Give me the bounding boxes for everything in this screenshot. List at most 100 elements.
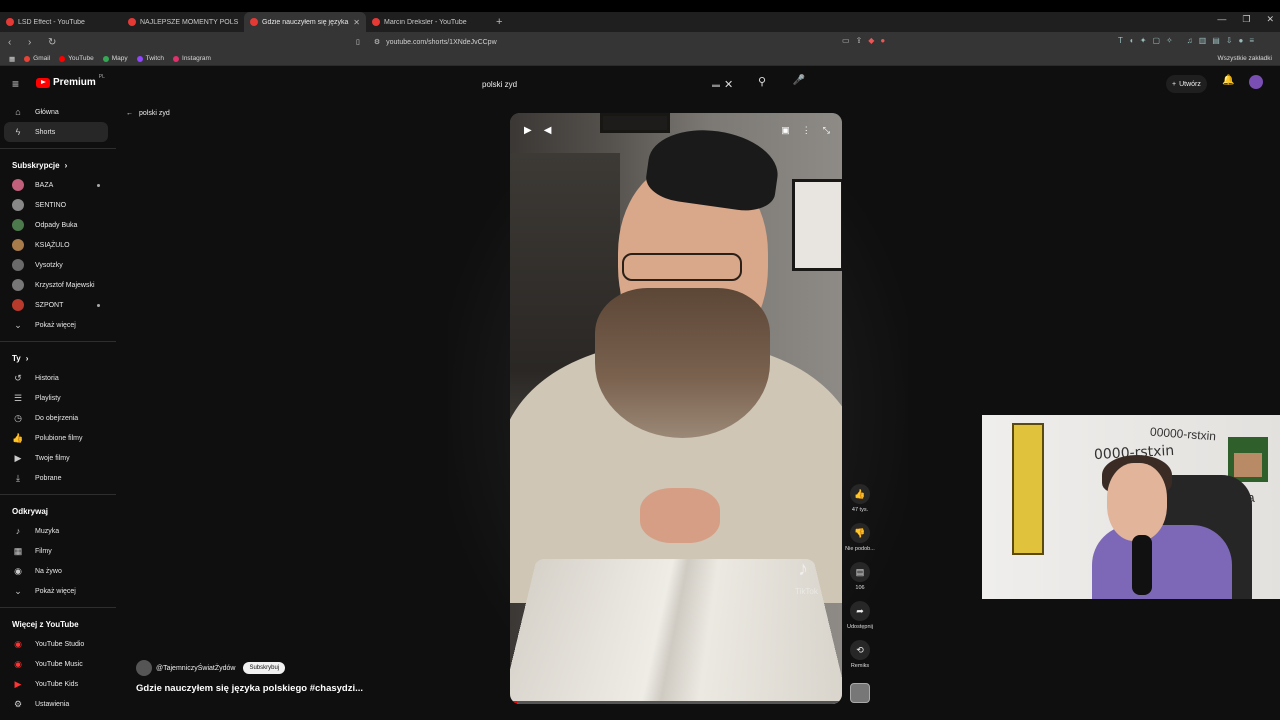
puzzle-icon[interactable]: ✦ xyxy=(1140,36,1147,45)
menu-icon[interactable]: ≡ xyxy=(12,77,19,91)
browser-tab[interactable]: NAJLEPSZE MOMENTY POLSKIEGO xyxy=(122,12,244,32)
like-button[interactable]: 👍 47 tys. xyxy=(840,484,880,523)
sidebar-item-subscription[interactable]: BAZA xyxy=(0,175,116,195)
channel-avatar[interactable] xyxy=(136,660,152,676)
browser-tab[interactable]: LSD Effect - YouTube xyxy=(0,12,122,32)
url-field[interactable]: ▯ ⚙ youtube.com/shorts/1XNdeJvCCpw xyxy=(356,35,910,49)
youtube-logo[interactable]: Premium PL xyxy=(36,74,105,88)
comments-button[interactable]: ▤ 106 xyxy=(840,562,880,601)
history-icon: ↺ xyxy=(14,372,22,383)
bookmark-gmail[interactable]: Gmail xyxy=(24,55,50,62)
extension-icon[interactable]: ● xyxy=(880,36,885,45)
sidebar-item-playlists[interactable]: ☰ Playlisty xyxy=(0,388,116,408)
instagram-icon xyxy=(173,55,180,62)
profile-icon[interactable]: ● xyxy=(1239,36,1244,45)
music-icon[interactable]: ♫ xyxy=(1187,36,1193,45)
sidebar-item-subscription[interactable]: SENTINO xyxy=(0,195,116,215)
forward-icon[interactable]: › xyxy=(28,37,40,48)
you-heading[interactable]: Ty › xyxy=(0,348,116,368)
sidebar-item-your-videos[interactable]: ▶ Twoje filmy xyxy=(0,448,116,468)
sidebar-item-music[interactable]: ♪ Muzyka xyxy=(0,521,116,541)
channel-name[interactable]: @TajemniczyŚwiatŻydów xyxy=(156,665,235,672)
translate-icon[interactable]: T xyxy=(1118,36,1123,45)
cast-icon[interactable]: ▭ xyxy=(842,36,850,45)
menu-icon[interactable]: ≡ xyxy=(1249,36,1254,45)
search-icon[interactable]: ⚲ xyxy=(758,75,766,88)
subscriptions-heading[interactable]: Subskrypcje › xyxy=(0,155,116,175)
back-to-search-button[interactable]: ← polski zyd xyxy=(126,110,170,117)
bookmark-instagram[interactable]: Instagram xyxy=(173,55,211,62)
clear-search-icon[interactable]: ✕ xyxy=(724,78,733,91)
sidebar-item-subscription[interactable]: Odpady Buka xyxy=(0,215,116,235)
close-window-icon[interactable]: ✕ xyxy=(1266,14,1274,25)
downloads-icon[interactable]: ⇩ xyxy=(1226,36,1233,45)
shorts-video-player[interactable]: ▶ ◀ ▣ ⋮ ⤡ ♪ TikTok xyxy=(510,113,842,704)
sidebar-item-shorts[interactable]: ϟ Shorts xyxy=(4,122,108,142)
subscribe-button[interactable]: Subskrybuj xyxy=(243,662,286,674)
site-info-icon[interactable]: ⚙ xyxy=(374,38,380,46)
music-note-icon: ♪ xyxy=(15,526,21,536)
sidebar-item-youtube-studio[interactable]: ◉ YouTube Studio xyxy=(0,634,116,654)
tabs-icon[interactable]: ▤ xyxy=(1212,36,1220,45)
more-options-icon[interactable]: ⋮ xyxy=(802,125,811,136)
audio-thumbnail[interactable] xyxy=(850,683,870,703)
create-button[interactable]: + Utwórz xyxy=(1166,75,1207,93)
sidebar-item-liked[interactable]: 👍 Polubione filmy xyxy=(0,428,116,448)
fullscreen-icon[interactable]: ⤡ xyxy=(823,125,830,136)
captions-icon[interactable]: ▣ xyxy=(781,125,790,136)
browser-tab[interactable]: Marcin Dreksler - YouTube xyxy=(366,12,488,32)
chevron-down-icon: ⌄ xyxy=(14,585,22,596)
short-title[interactable]: Gdzie nauczyłem się języka polskiego #ch… xyxy=(136,683,363,694)
home-icon: ⌂ xyxy=(15,107,21,117)
gear-icon: ⚙ xyxy=(13,698,23,709)
volume-icon[interactable]: ◀ xyxy=(544,125,552,136)
reload-icon[interactable]: ↻ xyxy=(48,37,60,48)
extension-icon[interactable]: ◆ xyxy=(868,36,874,45)
show-more-button[interactable]: ⌄ Pokaż więcej xyxy=(0,315,116,335)
bolt-icon[interactable]: ✧ xyxy=(1166,36,1173,45)
chat-icon[interactable]: ▢ xyxy=(1152,36,1160,45)
video-progress-bar[interactable] xyxy=(510,701,842,704)
keyboard-icon[interactable]: ▬ xyxy=(712,80,720,89)
sidebar-item-subscription[interactable]: Vysotzky xyxy=(0,255,116,275)
sidebar-item-history[interactable]: ↺ Historia xyxy=(0,368,116,388)
restore-icon[interactable]: ❐ xyxy=(1242,14,1250,25)
sidebar-item-movies[interactable]: ▦ Filmy xyxy=(0,541,116,561)
explore-show-more-button[interactable]: ⌄ Pokaż więcej xyxy=(0,581,116,601)
share-button[interactable]: ➦ Udostępnij xyxy=(840,601,880,640)
sidebar-item-subscription[interactable]: KSIĄŻULO xyxy=(0,235,116,255)
sidebar-item-settings[interactable]: ⚙ Ustawienia xyxy=(0,694,116,714)
new-tab-button[interactable]: + xyxy=(496,16,502,28)
close-tab-icon[interactable]: ✕ xyxy=(353,18,360,27)
sidepanel-icon[interactable]: ▥ xyxy=(1199,36,1207,45)
bookmark-icon[interactable]: ▯ xyxy=(356,38,360,46)
notifications-icon[interactable]: 🔔 xyxy=(1222,75,1234,86)
sidebar-item-downloads[interactable]: ⤓ Pobrane xyxy=(0,468,116,488)
account-avatar[interactable] xyxy=(1249,75,1263,89)
browser-tab-active[interactable]: Gdzie nauczyłem się języka polski✕ xyxy=(244,12,366,32)
sidebar-item-live[interactable]: ◉ Na żywo xyxy=(0,561,116,581)
remix-button[interactable]: ⟲ Remiks xyxy=(840,640,880,679)
sidebar-item-youtube-kids[interactable]: ▶ YouTube Kids xyxy=(0,674,116,694)
sidebar-item-subscription[interactable]: Krzysztof Majewski xyxy=(0,275,116,295)
audio-icon[interactable]: ◖ xyxy=(1129,36,1134,45)
sidebar-item-youtube-music[interactable]: ◉ YouTube Music xyxy=(0,654,116,674)
webcam-person-face xyxy=(1107,463,1167,541)
play-icon[interactable]: ▶ xyxy=(524,125,532,136)
share-icon[interactable]: ⇪ xyxy=(856,36,863,45)
search-input[interactable] xyxy=(482,79,712,89)
bookmark-twitch[interactable]: Twitch xyxy=(136,55,164,62)
sidebar-item-home[interactable]: ⌂ Główna xyxy=(0,102,116,122)
back-icon[interactable]: ‹ xyxy=(8,37,20,48)
minimize-icon[interactable]: — xyxy=(1217,14,1226,25)
dislike-button[interactable]: 👎 Nie podob... xyxy=(840,523,880,562)
apps-icon[interactable]: ▦ xyxy=(9,55,15,63)
bookmark-youtube[interactable]: YouTube xyxy=(59,55,94,62)
bookmark-maps[interactable]: Mapy xyxy=(102,55,128,62)
microphone-icon[interactable]: 🎤 xyxy=(792,75,806,91)
sidebar-item-subscription[interactable]: SZPONT xyxy=(0,295,116,315)
tiktok-watermark-icon: ♪ xyxy=(798,558,808,580)
arrow-left-icon: ← xyxy=(126,110,133,117)
sidebar-item-watch-later[interactable]: ◷ Do obejrzenia xyxy=(0,408,116,428)
all-bookmarks[interactable]: Wszystkie zakładki xyxy=(1217,55,1272,62)
